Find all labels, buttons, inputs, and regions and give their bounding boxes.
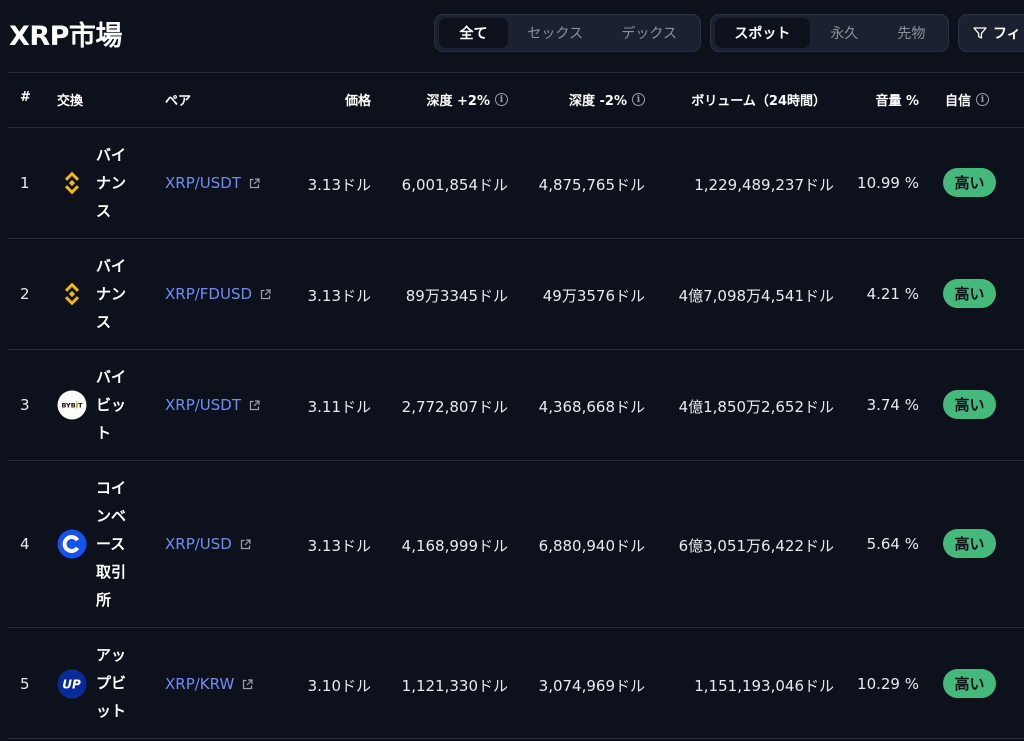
volume-pct: 5.64 %	[866, 535, 919, 553]
bybit-logo-icon: BYBIT	[57, 390, 87, 420]
exchange-name[interactable]: バイビット	[96, 363, 136, 447]
pair-link[interactable]: XRP/USD	[165, 535, 251, 553]
exchange-name[interactable]: アップビット	[96, 641, 136, 725]
depth-minus: 4,368,668ドル	[538, 398, 645, 416]
volume: 6億3,051万6,422ドル	[678, 537, 834, 555]
depth-minus: 4,875,765ドル	[538, 176, 645, 194]
external-link-icon	[249, 177, 260, 188]
col-volume-pct[interactable]: 音量 %	[850, 90, 919, 109]
price: 3.13ドル	[307, 176, 371, 194]
market-filter-futures[interactable]: 先物	[879, 18, 944, 48]
pair-label: XRP/USD	[165, 535, 232, 553]
external-link-icon	[249, 399, 260, 410]
volume: 1,151,193,046ドル	[694, 677, 834, 695]
depth-plus: 6,001,854ドル	[401, 176, 508, 194]
col-volume[interactable]: ボリューム（24時間）	[660, 90, 826, 109]
confidence-badge: 高い	[943, 529, 996, 558]
exchange-name[interactable]: コインベース取引所	[96, 474, 136, 614]
pair-link[interactable]: XRP/USDT	[165, 174, 260, 192]
volume-pct: 10.99 %	[857, 174, 919, 192]
confidence-badge: 高い	[943, 390, 996, 419]
exchange-name[interactable]: バイナンス	[96, 252, 136, 336]
market-filter: スポット 永久 先物	[710, 14, 949, 52]
upbit-logo-icon: UP	[57, 669, 87, 699]
market-filter-spot[interactable]: スポット	[715, 18, 810, 48]
external-link-icon	[243, 678, 253, 689]
coinbase-logo-icon	[57, 529, 87, 559]
divider	[8, 627, 1024, 628]
col-rank: #	[20, 90, 31, 105]
volume-pct: 10.29 %	[857, 675, 919, 693]
filter-button[interactable]: フィ	[958, 14, 1024, 52]
depth-plus: 1,121,330ドル	[401, 677, 508, 695]
row-rank: 2	[20, 285, 30, 303]
filter-icon	[973, 27, 987, 39]
row-rank: 3	[20, 396, 30, 414]
svg-text:UP: UP	[62, 678, 81, 692]
depth-minus: 6,880,940ドル	[538, 537, 645, 555]
type-filter-cex[interactable]: セックス	[508, 18, 603, 48]
volume-pct: 3.74 %	[866, 396, 919, 414]
page-title: XRP市場	[9, 21, 122, 52]
divider	[8, 72, 1024, 73]
pair-label: XRP/USDT	[165, 396, 242, 414]
row-rank: 1	[20, 174, 30, 192]
divider	[8, 238, 1024, 239]
volume: 1,229,489,237ドル	[694, 176, 834, 194]
depth-plus: 4,168,999ドル	[401, 537, 508, 555]
depth-minus: 3,074,969ドル	[538, 677, 645, 695]
info-icon[interactable]: i	[976, 93, 990, 106]
svg-text:BYBIT: BYBIT	[61, 402, 83, 410]
confidence-badge: 高い	[943, 669, 996, 698]
pair-link[interactable]: XRP/KRW	[165, 675, 253, 693]
type-filter: 全て セックス デックス	[434, 14, 701, 52]
depth-plus: 2,772,807ドル	[401, 398, 508, 416]
info-icon[interactable]: i	[495, 93, 508, 106]
pair-label: XRP/FDUSD	[165, 285, 253, 303]
row-rank: 5	[20, 675, 30, 693]
exchange-name[interactable]: バイナンス	[96, 141, 136, 225]
pair-label: XRP/USDT	[165, 174, 242, 192]
col-price[interactable]: 価格	[300, 90, 371, 109]
col-confidence-label: 自信	[945, 94, 972, 109]
binance-logo-icon	[64, 171, 80, 195]
price: 3.13ドル	[307, 537, 371, 555]
col-exchange[interactable]: 交換	[57, 90, 83, 109]
price: 3.11ドル	[307, 398, 371, 416]
depth-minus: 49万3576ドル	[542, 287, 645, 305]
pair-link[interactable]: XRP/USDT	[165, 396, 260, 414]
col-pair[interactable]: ペア	[165, 90, 191, 109]
col-depth-plus[interactable]: 深度 +2% i	[390, 90, 508, 109]
col-confidence[interactable]: 自信 i	[945, 90, 990, 109]
confidence-badge: 高い	[943, 279, 996, 308]
external-link-icon	[260, 288, 271, 299]
depth-plus: 89万3345ドル	[405, 287, 508, 305]
binance-logo-icon	[64, 282, 80, 306]
col-depth-plus-label: 深度 +2%	[426, 94, 491, 109]
row-rank: 4	[20, 535, 30, 553]
pair-label: XRP/KRW	[165, 675, 235, 693]
divider	[8, 460, 1024, 461]
volume-pct: 4.21 %	[866, 285, 919, 303]
volume: 4億1,850万2,652ドル	[678, 398, 834, 416]
type-filter-dex[interactable]: デックス	[602, 18, 696, 48]
divider	[8, 738, 1024, 739]
price: 3.13ドル	[307, 287, 371, 305]
pair-link[interactable]: XRP/FDUSD	[165, 285, 271, 303]
external-link-icon	[240, 538, 251, 549]
type-filter-all[interactable]: 全て	[439, 18, 508, 48]
col-depth-minus-label: 深度 -2%	[569, 94, 627, 109]
divider	[8, 127, 1024, 128]
confidence-badge: 高い	[943, 168, 996, 197]
divider	[8, 349, 1024, 350]
price: 3.10ドル	[307, 677, 371, 695]
info-icon[interactable]: i	[632, 93, 645, 106]
market-filter-perpetual[interactable]: 永久	[810, 18, 879, 48]
volume: 4億7,098万4,541ドル	[678, 287, 834, 305]
filter-label: フィ	[993, 26, 1021, 42]
col-depth-minus[interactable]: 深度 -2% i	[530, 90, 645, 109]
